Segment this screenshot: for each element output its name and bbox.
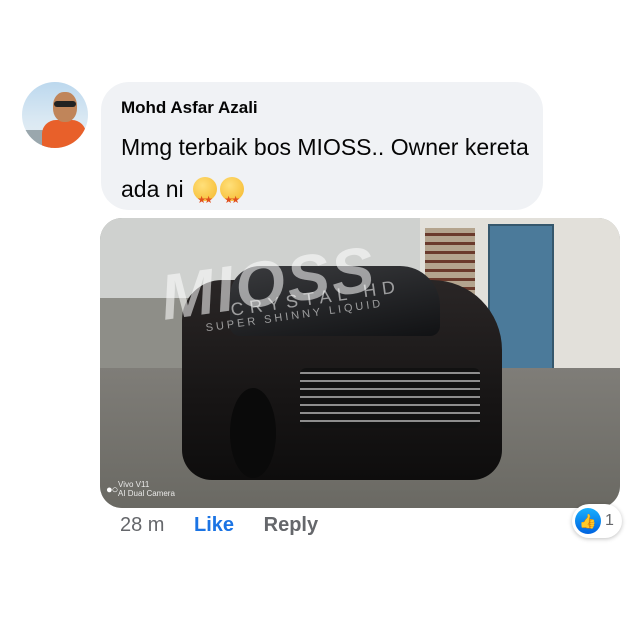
camera-watermark: Vivo V11 AI Dual Camera [118,480,175,498]
photo-car-wheel [230,388,276,478]
reply-button[interactable]: Reply [264,514,318,536]
comment-actions: 28 m Like Reply [120,514,342,537]
camera-model: Vivo V11 [118,480,150,489]
avatar-shirt [42,120,86,148]
reaction-summary[interactable]: 👍 1 [572,504,622,538]
comment-author[interactable]: Mohd Asfar Azali [121,98,258,118]
reaction-count: 1 [605,512,614,529]
comment-photo[interactable]: MIOSS CRYSTAL HD SUPER SHINNY LIQUID ●○ … [100,218,620,508]
star-struck-emoji-icon [193,177,218,222]
comment-text: Mmg terbaik bos MIOSS.. Owner kereta ada… [121,134,529,202]
thumbs-up-icon: 👍 [575,508,601,534]
photo-car-grille [300,368,480,428]
camera-dots-icon: ●○ [106,484,118,496]
comment-timestamp[interactable]: 28 m [120,514,164,536]
avatar-face [53,92,77,122]
star-struck-emoji-icon [220,177,245,222]
avatar[interactable] [22,82,88,148]
comment-bubble: Mohd Asfar Azali Mmg terbaik bos MIOSS..… [101,82,543,222]
like-button[interactable]: Like [194,514,234,536]
comment-text-container: Mmg terbaik bos MIOSS.. Owner kereta ada… [121,126,536,222]
avatar-sunglasses [54,101,76,107]
camera-label: AI Dual Camera [118,489,175,498]
